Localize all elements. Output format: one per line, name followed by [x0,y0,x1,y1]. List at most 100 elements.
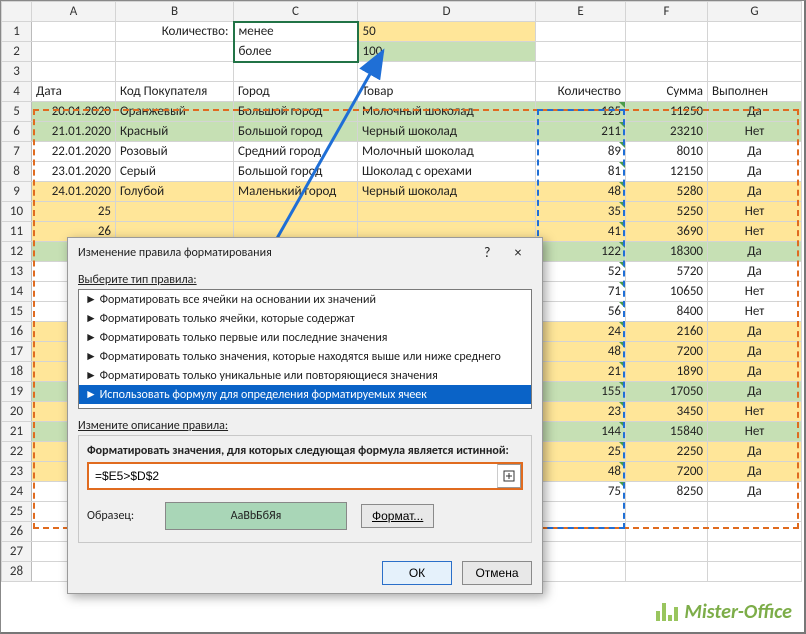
table-row[interactable]: 823.01.2020СерыйБольшой городШоколад с о… [2,162,802,182]
cell[interactable]: 20.01.2020 [32,102,116,122]
cell[interactable] [708,62,802,82]
cell[interactable]: 12150 [626,162,708,182]
cell[interactable]: 89 [536,142,626,162]
row-head[interactable]: 11 [2,222,32,242]
cell[interactable]: 8400 [626,302,708,322]
cell[interactable]: 10650 [626,282,708,302]
cell[interactable]: 5250 [626,202,708,222]
row-head[interactable]: 25 [2,502,32,522]
cell[interactable]: Нет [708,282,802,302]
cell[interactable] [234,202,358,222]
row-head[interactable]: 16 [2,322,32,342]
cell[interactable]: 1890 [626,362,708,382]
col-E[interactable]: E [536,2,626,22]
col-B[interactable]: B [116,2,234,22]
cell[interactable]: 23 [536,402,626,422]
row-head[interactable]: 7 [2,142,32,162]
cell[interactable]: Да [708,482,802,502]
cell[interactable]: Голубой [116,182,234,202]
row-head[interactable]: 28 [2,562,32,582]
cell[interactable]: 71 [536,282,626,302]
cell[interactable]: 11250 [626,102,708,122]
row-head[interactable]: 1 [2,22,32,42]
cell[interactable]: Да [708,442,802,462]
cell[interactable] [536,42,626,62]
col-G[interactable]: G [708,2,802,22]
table-row[interactable]: 1025355250Нет [2,202,802,222]
row-head[interactable]: 8 [2,162,32,182]
header-qty[interactable]: Количество [536,82,626,102]
header-sum[interactable]: Сумма [626,82,708,102]
table-row[interactable]: 621.01.2020КрасныйБольшой городЧерный шо… [2,122,802,142]
row-head[interactable]: 13 [2,262,32,282]
row-head[interactable]: 14 [2,282,32,302]
row-head[interactable]: 6 [2,122,32,142]
cell[interactable]: 2250 [626,442,708,462]
cell[interactable]: 48 [536,342,626,362]
header-product[interactable]: Товар [358,82,536,102]
cell[interactable]: Да [708,462,802,482]
cell[interactable]: Количество: [116,22,234,42]
table-row[interactable]: 924.01.2020ГолубойМаленький городЧерный … [2,182,802,202]
close-icon[interactable]: × [504,244,532,261]
col-C[interactable]: C [234,2,358,22]
cell[interactable]: Шоколад с орехами [358,162,536,182]
cell[interactable] [358,202,536,222]
row-head[interactable]: 2 [2,42,32,62]
row-head[interactable]: 27 [2,542,32,562]
cell[interactable]: Да [708,242,802,262]
cell[interactable]: Большой город [234,102,358,122]
cell[interactable] [116,42,234,62]
cell[interactable]: 122 [536,242,626,262]
col-header-row[interactable]: A B C D E F G [2,2,802,22]
cell[interactable]: Черный шоколад [358,182,536,202]
cell[interactable]: 41 [536,222,626,242]
col-F[interactable]: F [626,2,708,22]
row-head[interactable]: 21 [2,422,32,442]
cell[interactable]: Средний город [234,142,358,162]
cell[interactable] [536,22,626,42]
cell[interactable]: 81 [536,162,626,182]
header-city[interactable]: Город [234,82,358,102]
cell[interactable] [358,62,536,82]
cell[interactable] [32,62,116,82]
cell[interactable]: 15840 [626,422,708,442]
cell[interactable]: 22.01.2020 [32,142,116,162]
cell[interactable] [708,22,802,42]
row-head[interactable]: 9 [2,182,32,202]
row-1[interactable]: 1 Количество: менее 50 [2,22,802,42]
ok-button[interactable]: ОК [382,561,452,585]
cell[interactable]: Молочный шоколад [358,142,536,162]
cell[interactable] [536,562,626,582]
cell[interactable] [626,522,708,542]
select-all[interactable] [2,2,32,22]
rule-option[interactable]: ► Форматировать только первые или послед… [79,328,531,347]
cancel-button[interactable]: Отмена [462,561,532,585]
cell[interactable]: 8250 [626,482,708,502]
row-head[interactable]: 20 [2,402,32,422]
row-4-headers[interactable]: 4 Дата Код Покупателя Город Товар Количе… [2,82,802,102]
cell[interactable]: 2160 [626,322,708,342]
cell[interactable] [708,542,802,562]
header-done[interactable]: Выполнен [708,82,802,102]
row-3[interactable]: 3 [2,62,802,82]
row-head[interactable]: 26 [2,522,32,542]
cell[interactable]: 17050 [626,382,708,402]
cell[interactable]: 21 [536,362,626,382]
cell[interactable]: Да [708,102,802,122]
row-head[interactable]: 5 [2,102,32,122]
cell[interactable]: 50 [358,22,536,42]
cell[interactable]: Нет [708,202,802,222]
cell[interactable]: 18300 [626,242,708,262]
dialog-titlebar[interactable]: Изменение правила форматирования ? × [68,238,542,267]
cell[interactable]: 23210 [626,122,708,142]
cell[interactable] [708,562,802,582]
cell[interactable]: Маленький город [234,182,358,202]
cell[interactable]: Большой город [234,162,358,182]
cell[interactable] [708,522,802,542]
cell[interactable] [536,522,626,542]
cell[interactable]: 3690 [626,222,708,242]
cell[interactable]: Да [708,322,802,342]
cell[interactable]: 5720 [626,262,708,282]
cell[interactable] [32,42,116,62]
